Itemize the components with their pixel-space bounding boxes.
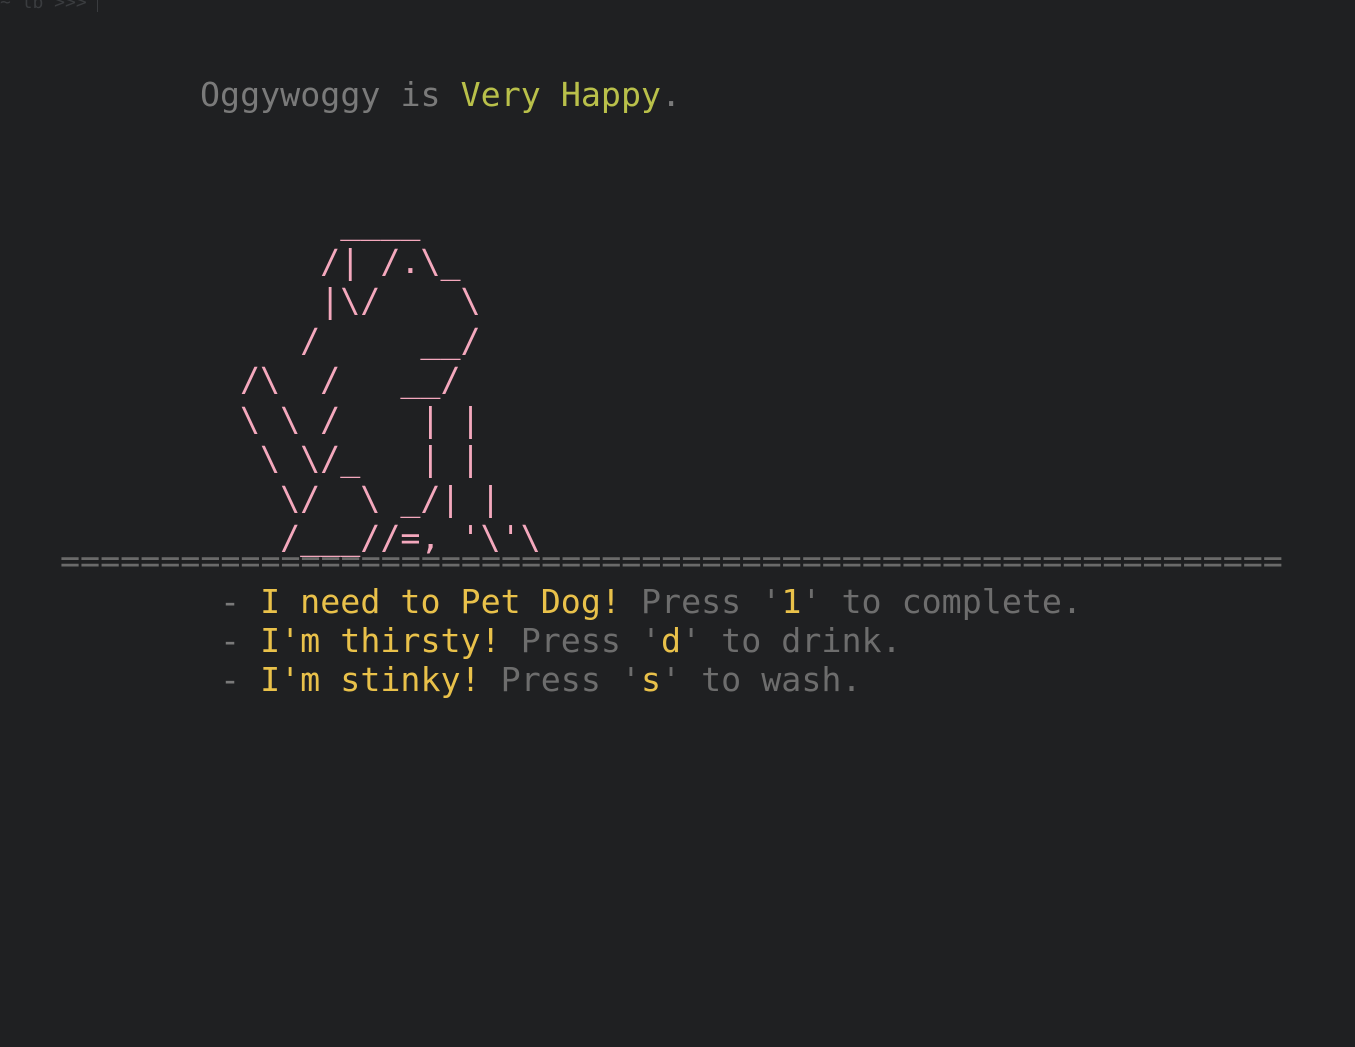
art-line: \/ \ _/| | [240, 478, 501, 518]
task-key: s [640, 660, 662, 699]
text-cursor [96, 0, 98, 12]
task-press: Press ' [500, 621, 662, 660]
task-list: - I need to Pet Dog! Press '1' to comple… [220, 582, 1082, 699]
task-item-pet-dog: - I need to Pet Dog! Press '1' to comple… [220, 582, 1082, 621]
task-bullet: - [220, 621, 261, 660]
art-line: /| /.\_ [240, 241, 461, 281]
status-end: . [661, 75, 682, 114]
prompt-text: ~ lb >>> [0, 0, 87, 13]
mood-value: Very Happy [460, 75, 662, 114]
task-item-stinky: - I'm stinky! Press 's' to wash. [220, 660, 1082, 699]
art-line: |\/ \ [240, 281, 481, 320]
task-key: d [661, 621, 682, 660]
task-action: ' to complete. [801, 582, 1083, 621]
status-connector: is [380, 75, 461, 114]
task-action: ' to wash. [661, 660, 862, 699]
art-line: ____ [240, 202, 421, 241]
terminal-prompt[interactable]: ~ lb >>> [0, 0, 98, 13]
task-need: I need to Pet Dog! [260, 582, 621, 621]
task-bullet: - [220, 582, 261, 621]
pet-status-line: Oggywoggy is Very Happy. [200, 74, 681, 116]
divider-line: ========================================… [60, 541, 1283, 580]
dog-ascii-art: ____ /| /.\_ |\/ \ / __/ /\ / __/ \ \ / … [240, 202, 541, 558]
art-line: \ \/_ | | [240, 439, 481, 478]
task-need: I'm thirsty! [260, 621, 501, 660]
art-line: / __/ [240, 320, 481, 360]
art-line: /\ / __/ [240, 360, 461, 399]
task-need: I'm stinky! [260, 660, 481, 699]
task-item-thirsty: - I'm thirsty! Press 'd' to drink. [220, 621, 1082, 660]
pet-name: Oggywoggy [200, 75, 381, 114]
art-line: \ \ / | | [240, 399, 481, 439]
task-bullet: - [220, 660, 261, 699]
task-action: ' to drink. [681, 621, 902, 660]
task-key: 1 [781, 582, 802, 621]
task-press: Press ' [620, 582, 782, 621]
task-press: Press ' [480, 660, 641, 699]
